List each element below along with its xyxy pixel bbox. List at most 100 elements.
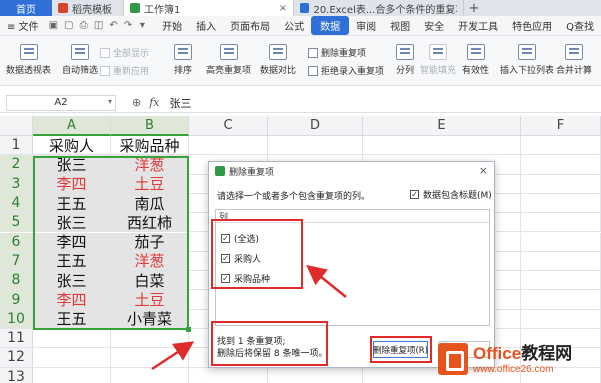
- table-cell[interactable]: 张三: [33, 213, 111, 233]
- table-cell[interactable]: [33, 329, 111, 349]
- table-cell[interactable]: [268, 136, 363, 156]
- checkbox-checked[interactable]: ✓: [221, 274, 230, 283]
- name-box[interactable]: A2 ▾: [6, 94, 116, 111]
- checkbox-checked[interactable]: ✓: [221, 254, 230, 263]
- column-header-a[interactable]: A: [33, 116, 111, 136]
- open-icon[interactable]: ▢: [64, 20, 73, 32]
- list-item-buyer[interactable]: ✓ 采购人: [221, 252, 261, 265]
- table-cell[interactable]: [111, 329, 189, 349]
- zoom-icon[interactable]: ⊕: [132, 96, 141, 109]
- chevron-down-icon[interactable]: ▾: [108, 97, 112, 106]
- smart-fill-button[interactable]: 智能填充: [420, 44, 456, 76]
- table-cell[interactable]: [521, 232, 601, 252]
- row-header[interactable]: 1: [0, 136, 33, 156]
- chevron-down-icon[interactable]: ▾: [138, 20, 146, 32]
- formula-input[interactable]: 张三: [170, 95, 192, 111]
- table-cell[interactable]: [521, 174, 601, 194]
- row-header[interactable]: 11: [0, 329, 33, 349]
- show-all-button[interactable]: 全部显示: [100, 46, 149, 59]
- list-item-variety[interactable]: ✓ 采购品种: [221, 272, 270, 285]
- menu-page-layout[interactable]: 页面布局: [223, 18, 277, 33]
- table-cell[interactable]: [189, 367, 268, 383]
- preview-icon[interactable]: ◫: [94, 20, 103, 32]
- table-cell[interactable]: [521, 213, 601, 233]
- tab-excel-doc[interactable]: 20.Excel表...合多个条件的重复项: [294, 0, 464, 16]
- table-cell[interactable]: [33, 367, 111, 383]
- table-cell[interactable]: [521, 290, 601, 310]
- table-cell[interactable]: 张三: [33, 271, 111, 291]
- row-header[interactable]: 10: [0, 309, 33, 329]
- redo-icon[interactable]: ↷: [124, 20, 132, 32]
- table-cell[interactable]: [189, 136, 268, 156]
- autofilter-button[interactable]: 自动筛选: [62, 44, 98, 76]
- new-tab-plus-icon[interactable]: +: [464, 0, 484, 16]
- table-cell[interactable]: 白菜: [111, 271, 189, 291]
- table-cell[interactable]: 采购人: [33, 136, 111, 156]
- column-header-c[interactable]: C: [189, 116, 268, 136]
- column-header-e[interactable]: E: [363, 116, 521, 136]
- table-cell[interactable]: [111, 348, 189, 368]
- sort-button[interactable]: 排序: [174, 44, 192, 76]
- menu-security[interactable]: 安全: [417, 18, 451, 33]
- table-cell[interactable]: 小青菜: [111, 309, 189, 329]
- list-item-select-all[interactable]: ✓ (全选): [221, 232, 259, 245]
- remove-duplicates-button[interactable]: 删除重复项(R): [373, 341, 428, 358]
- table-cell[interactable]: 王五: [33, 251, 111, 272]
- table-cell[interactable]: 土豆: [111, 174, 189, 194]
- tab-docer-templates[interactable]: 稻壳模板: [52, 0, 124, 16]
- table-cell[interactable]: [521, 155, 601, 175]
- row-header[interactable]: 5: [0, 213, 33, 233]
- table-cell[interactable]: 土豆: [111, 290, 189, 310]
- menu-home[interactable]: 开始: [155, 18, 189, 33]
- menu-insert[interactable]: 插入: [189, 18, 223, 33]
- undo-icon[interactable]: ↶: [109, 20, 117, 32]
- save-icon[interactable]: ▣: [49, 20, 58, 32]
- row-header[interactable]: 12: [0, 348, 33, 368]
- checkbox-checked[interactable]: ✓: [410, 190, 419, 199]
- close-icon[interactable]: ×: [479, 164, 488, 177]
- row-header[interactable]: 9: [0, 290, 33, 310]
- insert-dropdown-button[interactable]: 插入下拉列表: [500, 44, 554, 76]
- tab-home[interactable]: 首页: [0, 0, 52, 16]
- table-cell[interactable]: 李四: [33, 174, 111, 194]
- table-cell[interactable]: 洋葱: [111, 251, 189, 272]
- table-cell[interactable]: 洋葱: [111, 155, 189, 175]
- pivot-table-button[interactable]: 数据透视表: [6, 44, 51, 76]
- checkbox-checked[interactable]: ✓: [221, 234, 230, 243]
- remove-duplicates-ribbon-button[interactable]: 删除重复项: [308, 46, 366, 59]
- menu-data[interactable]: 数据: [311, 16, 350, 35]
- tab-workbook1[interactable]: 工作簿1 ×: [124, 0, 294, 16]
- menu-developer[interactable]: 开发工具: [451, 18, 505, 33]
- row-header[interactable]: 7: [0, 251, 33, 272]
- menu-view[interactable]: 视图: [383, 18, 417, 33]
- column-header-f[interactable]: F: [521, 116, 601, 136]
- table-cell[interactable]: 南瓜: [111, 193, 189, 214]
- table-cell[interactable]: [111, 367, 189, 383]
- table-cell[interactable]: [521, 309, 601, 329]
- print-icon[interactable]: ⎙: [79, 20, 88, 32]
- close-icon[interactable]: ×: [279, 3, 287, 14]
- validity-button[interactable]: 有效性: [462, 44, 489, 76]
- table-cell[interactable]: 茄子: [111, 232, 189, 252]
- menu-search[interactable]: Q查找: [559, 18, 601, 33]
- table-cell[interactable]: [521, 136, 601, 156]
- reapply-button[interactable]: 重新应用: [100, 64, 149, 77]
- table-cell[interactable]: 李四: [33, 290, 111, 310]
- fill-handle[interactable]: [186, 327, 191, 332]
- menu-review[interactable]: 审阅: [349, 18, 383, 33]
- table-cell[interactable]: [33, 348, 111, 368]
- row-header[interactable]: 13: [0, 367, 33, 383]
- table-cell[interactable]: 张三: [33, 155, 111, 175]
- table-cell[interactable]: [521, 271, 601, 291]
- table-cell[interactable]: [363, 136, 521, 156]
- consolidate-button[interactable]: 合并计算: [556, 44, 592, 76]
- header-checkbox[interactable]: ✓ 数据包含标题(M): [410, 188, 492, 201]
- menu-formulas[interactable]: 公式: [277, 18, 311, 33]
- menu-file[interactable]: ≡ 文件: [0, 18, 46, 33]
- table-cell[interactable]: 采购品种: [111, 136, 189, 156]
- select-all-corner[interactable]: [0, 116, 33, 136]
- row-header[interactable]: 4: [0, 193, 33, 214]
- menu-special[interactable]: 特色应用: [505, 18, 559, 33]
- table-cell[interactable]: 王五: [33, 193, 111, 214]
- table-cell[interactable]: [268, 367, 363, 383]
